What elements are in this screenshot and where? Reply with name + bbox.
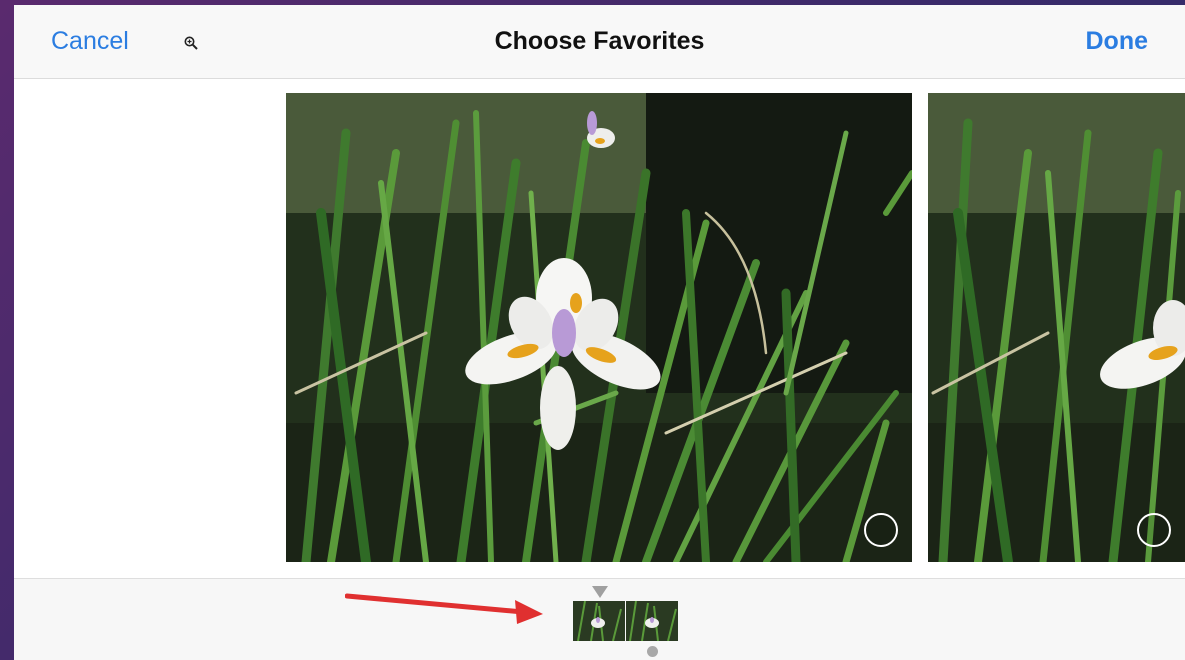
filmstrip-thumbnail[interactable] [626, 601, 678, 641]
iris-photo-image [286, 93, 912, 562]
iris-photo-next-image [928, 93, 1185, 562]
cancel-button[interactable]: Cancel [51, 27, 129, 56]
filmstrip-thumbnail[interactable] [573, 601, 625, 641]
select-favorite-toggle[interactable] [864, 513, 898, 547]
done-button[interactable]: Done [1086, 27, 1149, 56]
page-dot [647, 646, 658, 657]
iris-photo-main[interactable] [286, 93, 912, 562]
select-favorite-toggle-next[interactable] [1137, 513, 1171, 547]
zoom-in-icon [184, 36, 198, 50]
thumbnail-image [626, 601, 678, 641]
choose-favorites-window: Cancel Choose Favorites Done [14, 5, 1185, 660]
filmstrip [14, 578, 1185, 660]
photo-viewer [14, 79, 1185, 578]
thumbnail-image [573, 601, 625, 641]
current-position-indicator [592, 586, 608, 598]
navigation-bar: Cancel Choose Favorites Done [14, 5, 1185, 79]
iris-photo-next[interactable] [928, 93, 1185, 562]
